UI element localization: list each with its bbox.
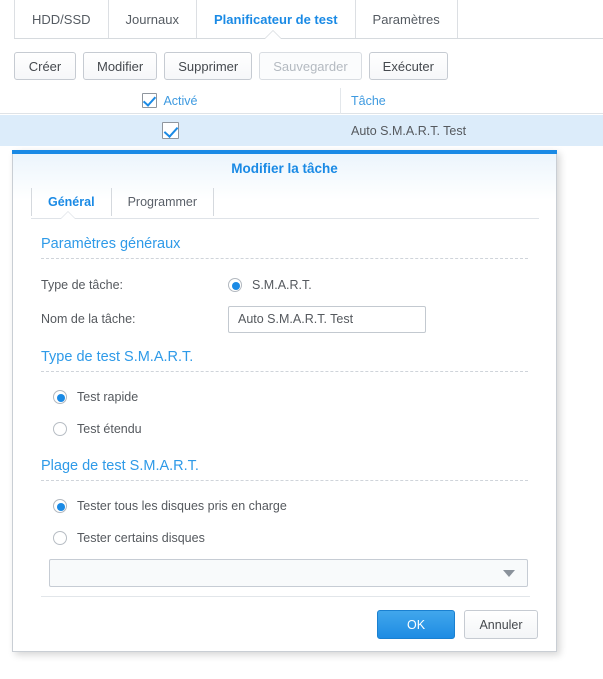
dialog-body: Paramètres généraux Type de tâche: S.M.A… bbox=[13, 220, 556, 587]
section-heading-test-range: Plage de test S.M.A.R.T. bbox=[41, 458, 199, 474]
ok-button[interactable]: OK bbox=[377, 610, 455, 639]
task-type-label: Type de tâche: bbox=[41, 278, 124, 292]
chevron-down-icon bbox=[503, 569, 515, 577]
tab-label: Planificateur de test bbox=[214, 11, 338, 27]
tab-programmer-label: Programmer bbox=[127, 195, 198, 209]
tab-parametres[interactable]: Paramètres bbox=[354, 0, 457, 38]
task-name-label: Nom de la tâche: bbox=[41, 312, 136, 326]
run-button[interactable]: Exécuter bbox=[368, 52, 448, 80]
task-table-header: Activé Tâche bbox=[0, 87, 603, 114]
tab-general-label: Général bbox=[48, 195, 95, 209]
delete-button-label: Supprimer bbox=[178, 58, 239, 74]
test-etendu-radio[interactable] bbox=[53, 422, 67, 436]
ok-button-label: OK bbox=[406, 617, 426, 632]
row-task-cell: Auto S.M.A.R.T. Test bbox=[341, 115, 603, 146]
option-test-rapide[interactable]: Test rapide bbox=[41, 384, 528, 410]
tab-programmer[interactable]: Programmer bbox=[110, 188, 213, 216]
dialog-tab-end-divider bbox=[213, 188, 215, 216]
edit-button[interactable]: Modifier bbox=[83, 52, 158, 80]
dialog-footer-divider bbox=[41, 596, 530, 597]
cancel-button[interactable]: Annuler bbox=[464, 610, 538, 639]
test-rapide-label: Test rapide bbox=[77, 390, 139, 404]
task-type-smart-label: S.M.A.R.T. bbox=[252, 278, 312, 292]
section-heading-general: Paramètres généraux bbox=[41, 236, 181, 252]
active-tab-pointer-icon bbox=[265, 31, 281, 39]
test-rapide-radio[interactable] bbox=[53, 390, 67, 404]
save-button: Sauvegarder bbox=[259, 52, 362, 80]
section-divider bbox=[41, 480, 528, 481]
table-row[interactable]: Auto S.M.A.R.T. Test bbox=[0, 115, 603, 146]
test-all-disks-label: Tester tous les disques pris en charge bbox=[77, 499, 287, 513]
task-name-input[interactable] bbox=[228, 305, 426, 333]
field-task-type: Type de tâche: S.M.A.R.T. bbox=[41, 271, 528, 299]
test-all-disks-radio[interactable] bbox=[53, 499, 67, 513]
section-heading-test-type: Type de test S.M.A.R.T. bbox=[41, 349, 194, 365]
tab-bar-end-divider bbox=[456, 0, 458, 38]
toolbar: Créer Modifier Supprimer Sauvegarder Exé… bbox=[14, 52, 448, 80]
disk-select-dropdown[interactable] bbox=[49, 559, 528, 587]
cancel-button-label: Annuler bbox=[479, 617, 523, 632]
row-enabled-checkbox[interactable] bbox=[162, 122, 179, 139]
edit-task-dialog: Modifier la tâche Général Programmer Par… bbox=[12, 150, 557, 652]
test-etendu-label: Test étendu bbox=[77, 422, 142, 436]
dialog-tab-underline bbox=[31, 218, 539, 219]
option-test-all-disks[interactable]: Tester tous les disques pris en charge bbox=[41, 493, 528, 519]
column-header-task[interactable]: Tâche bbox=[341, 88, 603, 114]
save-button-label: Sauvegarder bbox=[273, 58, 348, 74]
task-type-smart-radio[interactable] bbox=[228, 278, 242, 292]
option-test-etendu[interactable]: Test étendu bbox=[41, 416, 528, 442]
column-header-task-label: Tâche bbox=[351, 93, 386, 108]
dialog-tab-bar: Général Programmer bbox=[31, 188, 215, 216]
dialog-accent-bar bbox=[12, 150, 557, 154]
create-button[interactable]: Créer bbox=[14, 52, 76, 80]
run-button-label: Exécuter bbox=[382, 58, 434, 74]
dialog-title: Modifier la tâche bbox=[231, 161, 338, 176]
tab-label: Paramètres bbox=[372, 11, 440, 27]
tab-label: Journaux bbox=[125, 11, 179, 27]
section-divider bbox=[41, 258, 528, 259]
tab-journaux[interactable]: Journaux bbox=[107, 0, 196, 38]
test-certain-disks-radio[interactable] bbox=[53, 531, 67, 545]
tab-label: HDD/SSD bbox=[32, 11, 91, 27]
row-enabled-cell bbox=[0, 115, 341, 146]
top-tab-bar: HDD/SSD Journaux Planificateur de test P… bbox=[0, 0, 603, 38]
column-header-enabled-label: Activé bbox=[163, 93, 198, 108]
dialog-footer: OK Annuler bbox=[377, 610, 538, 639]
section-divider bbox=[41, 371, 528, 372]
column-header-enabled[interactable]: Activé bbox=[0, 87, 341, 114]
tab-bar-underline bbox=[14, 38, 603, 39]
edit-button-label: Modifier bbox=[97, 58, 144, 74]
row-task-label: Auto S.M.A.R.T. Test bbox=[351, 123, 467, 138]
delete-button[interactable]: Supprimer bbox=[164, 52, 253, 80]
field-task-name: Nom de la tâche: bbox=[41, 305, 528, 333]
test-certain-disks-label: Tester certains disques bbox=[77, 531, 205, 545]
select-all-checkbox[interactable] bbox=[142, 93, 158, 108]
create-button-label: Créer bbox=[28, 58, 62, 74]
tab-hdd-ssd[interactable]: HDD/SSD bbox=[14, 0, 108, 38]
dialog-active-tab-pointer-icon bbox=[61, 212, 75, 219]
option-test-certain-disks[interactable]: Tester certains disques bbox=[41, 525, 528, 551]
app-root: HDD/SSD Journaux Planificateur de test P… bbox=[0, 0, 603, 679]
